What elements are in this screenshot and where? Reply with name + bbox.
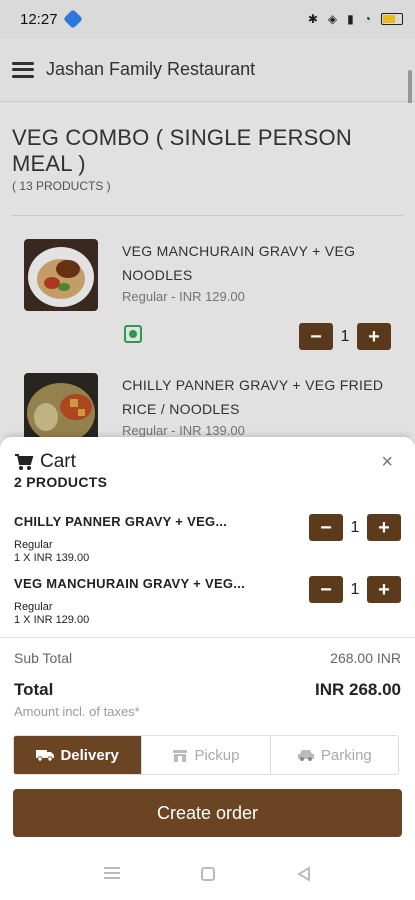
system-nav-bar	[0, 847, 415, 900]
quantity-value: 1	[350, 580, 360, 598]
cart-title: Cart	[40, 451, 76, 472]
cart-sheet: Cart 2 PRODUCTS × CHILLY PANNER GRAVY + …	[0, 437, 415, 900]
cart-item-price: 1 X INR 129.00	[14, 614, 90, 626]
cart-item-price: 1 X INR 139.00	[14, 552, 90, 564]
tax-note: Amount incl. of taxes*	[14, 704, 140, 719]
truck-icon	[36, 748, 55, 762]
car-icon	[297, 748, 315, 762]
total-row: Total INR 268.00	[14, 680, 401, 700]
divider	[0, 637, 415, 638]
shopping-cart-icon	[14, 453, 34, 471]
increment-button[interactable]: +	[367, 514, 401, 541]
tab-label: Delivery	[60, 746, 119, 764]
tab-label: Parking	[320, 746, 372, 764]
increment-button[interactable]: +	[367, 576, 401, 603]
quantity-stepper: − 1 +	[309, 514, 401, 541]
decrement-button[interactable]: −	[309, 514, 343, 541]
store-icon	[172, 748, 188, 762]
tab-label: Pickup	[194, 746, 240, 764]
tab-delivery[interactable]: Delivery	[14, 736, 143, 774]
order-type-tabs: Delivery Pickup Parking	[13, 735, 399, 775]
total-value: INR 268.00	[315, 680, 401, 699]
back-nav-icon[interactable]	[296, 865, 312, 882]
subtotal-label: Sub Total	[14, 650, 73, 666]
cart-item: CHILLY PANNER GRAVY + VEG... Regular 1 X…	[14, 514, 404, 564]
home-nav-icon[interactable]	[200, 866, 216, 882]
create-order-button[interactable]: Create order	[13, 789, 402, 837]
cart-product-count: 2 PRODUCTS	[14, 474, 108, 490]
cart-header: Cart	[14, 451, 76, 473]
tab-pickup[interactable]: Pickup	[142, 736, 271, 774]
subtotal-row: Sub Total 268.00 INR	[14, 650, 401, 666]
subtotal-value: 268.00 INR	[330, 650, 401, 666]
tab-parking[interactable]: Parking	[270, 736, 398, 774]
quantity-stepper: − 1 +	[309, 576, 401, 603]
close-icon[interactable]: ×	[381, 451, 393, 474]
menu-nav-icon[interactable]	[103, 866, 120, 882]
quantity-value: 1	[350, 518, 360, 536]
decrement-button[interactable]: −	[309, 576, 343, 603]
dim-overlay	[0, 0, 415, 437]
cart-item: VEG MANCHURAIN GRAVY + VEG... Regular 1 …	[14, 576, 404, 626]
total-label: Total	[14, 680, 54, 699]
